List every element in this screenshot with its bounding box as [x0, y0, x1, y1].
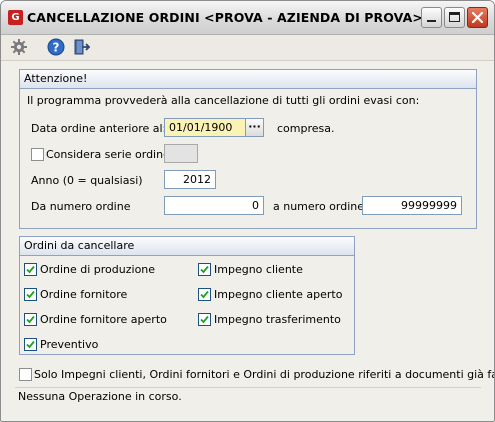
- check-icon: [200, 265, 209, 274]
- date-suffix: compresa.: [277, 122, 335, 135]
- a-numero-field[interactable]: 99999999: [362, 196, 462, 215]
- invoiced-only-checkbox[interactable]: [19, 368, 32, 381]
- serie-checkbox[interactable]: [31, 148, 44, 161]
- maximize-button[interactable]: [444, 7, 465, 28]
- checkbox-impegno-trasferimento[interactable]: [198, 313, 211, 326]
- minimize-button[interactable]: [421, 7, 442, 28]
- check-icon: [26, 290, 35, 299]
- label-impegno-cliente: Impegno cliente: [214, 263, 303, 276]
- da-numero-field[interactable]: 0: [164, 196, 264, 215]
- checkbox-ordine-fornitore-aperto[interactable]: [24, 313, 37, 326]
- app-icon: G: [8, 10, 23, 25]
- anno-label: Anno (0 = qualsiasi): [31, 174, 143, 187]
- gear-icon[interactable]: [10, 38, 28, 56]
- window-title: CANCELLAZIONE ORDINI <PROVA - AZIENDA DI…: [27, 10, 423, 25]
- label-preventivo: Preventivo: [40, 338, 99, 351]
- check-icon: [26, 265, 35, 274]
- date-field[interactable]: 01/01/1900: [164, 118, 246, 137]
- label-impegno-trasferimento: Impegno trasferimento: [214, 313, 341, 326]
- a-numero-label: a numero ordine: [273, 200, 365, 213]
- attention-header: Attenzione!: [20, 70, 476, 89]
- minimize-icon: [427, 20, 436, 22]
- check-icon: [200, 315, 209, 324]
- orders-header: Ordini da cancellare: [20, 237, 354, 256]
- intro-text: Il programma provvederà alla cancellazio…: [27, 94, 420, 107]
- serie-label: Considera serie ordine: [46, 148, 170, 161]
- title-bar[interactable]: G CANCELLAZIONE ORDINI <PROVA - AZIENDA …: [1, 1, 494, 35]
- toolbar: ?: [1, 35, 494, 61]
- check-icon: [26, 340, 35, 349]
- date-label: Data ordine anteriore al:: [31, 122, 167, 135]
- label-ordine-fornitore: Ordine fornitore: [40, 288, 128, 301]
- anno-field[interactable]: 2012: [164, 170, 216, 189]
- check-icon: [200, 290, 209, 299]
- exit-icon[interactable]: [73, 38, 91, 56]
- checkbox-ordine-produzione[interactable]: [24, 263, 37, 276]
- label-ordine-produzione: Ordine di produzione: [40, 263, 156, 276]
- date-picker-button[interactable]: ···: [245, 118, 264, 137]
- main-window: G CANCELLAZIONE ORDINI <PROVA - AZIENDA …: [0, 0, 495, 422]
- close-button[interactable]: [467, 7, 488, 28]
- checkbox-impegno-cliente-aperto[interactable]: [198, 288, 211, 301]
- label-ordine-fornitore-aperto: Ordine fornitore aperto: [40, 313, 167, 326]
- label-impegno-cliente-aperto: Impegno cliente aperto: [214, 288, 343, 301]
- checkbox-impegno-cliente[interactable]: [198, 263, 211, 276]
- svg-text:?: ?: [53, 41, 60, 55]
- serie-field: [164, 144, 198, 163]
- invoiced-only-label: Solo Impegni clienti, Ordini fornitori e…: [34, 368, 495, 381]
- help-icon[interactable]: ?: [47, 38, 65, 56]
- status-bar: Nessuna Operazione in corso.: [15, 387, 481, 405]
- check-icon: [26, 315, 35, 324]
- close-icon: [471, 11, 484, 24]
- checkbox-preventivo[interactable]: [24, 338, 37, 351]
- checkbox-ordine-fornitore[interactable]: [24, 288, 37, 301]
- da-numero-label: Da numero ordine: [31, 200, 131, 213]
- maximize-icon: [449, 12, 460, 22]
